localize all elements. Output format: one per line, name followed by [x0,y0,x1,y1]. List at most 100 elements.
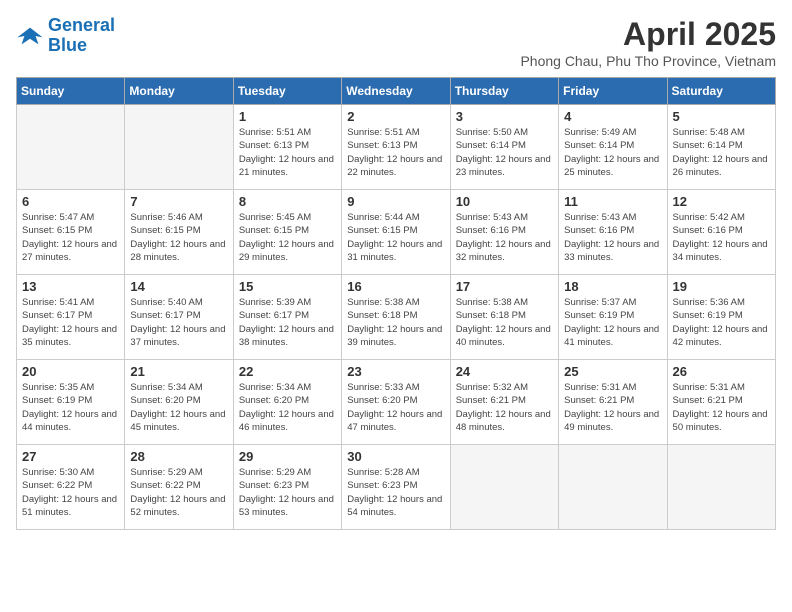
day-cell-29: 29 Sunrise: 5:29 AM Sunset: 6:23 PM Dayli… [233,445,341,530]
empty-cell [17,105,125,190]
day-info: Sunrise: 5:43 AM Sunset: 6:16 PM Dayligh… [456,211,553,264]
day-cell-23: 23 Sunrise: 5:33 AM Sunset: 6:20 PM Dayli… [342,360,450,445]
title-area: April 2025 Phong Chau, Phu Tho Province,… [520,16,776,69]
day-number: 22 [239,364,336,379]
day-number: 15 [239,279,336,294]
day-info: Sunrise: 5:48 AM Sunset: 6:14 PM Dayligh… [673,126,770,179]
day-cell-28: 28 Sunrise: 5:29 AM Sunset: 6:22 PM Dayli… [125,445,233,530]
day-number: 12 [673,194,770,209]
day-info: Sunrise: 5:50 AM Sunset: 6:14 PM Dayligh… [456,126,553,179]
day-number: 30 [347,449,444,464]
logo: General Blue [16,16,115,56]
day-number: 20 [22,364,119,379]
day-cell-26: 26 Sunrise: 5:31 AM Sunset: 6:21 PM Dayli… [667,360,775,445]
day-cell-8: 8 Sunrise: 5:45 AM Sunset: 6:15 PM Daylig… [233,190,341,275]
day-info: Sunrise: 5:38 AM Sunset: 6:18 PM Dayligh… [456,296,553,349]
day-cell-16: 16 Sunrise: 5:38 AM Sunset: 6:18 PM Dayli… [342,275,450,360]
day-header-sunday: Sunday [17,78,125,105]
day-cell-2: 2 Sunrise: 5:51 AM Sunset: 6:13 PM Daylig… [342,105,450,190]
day-info: Sunrise: 5:51 AM Sunset: 6:13 PM Dayligh… [347,126,444,179]
day-header-friday: Friday [559,78,667,105]
day-info: Sunrise: 5:37 AM Sunset: 6:19 PM Dayligh… [564,296,661,349]
day-number: 21 [130,364,227,379]
day-number: 9 [347,194,444,209]
day-info: Sunrise: 5:40 AM Sunset: 6:17 PM Dayligh… [130,296,227,349]
day-info: Sunrise: 5:51 AM Sunset: 6:13 PM Dayligh… [239,126,336,179]
day-info: Sunrise: 5:34 AM Sunset: 6:20 PM Dayligh… [130,381,227,434]
day-cell-3: 3Sunrise: 5:50 AM Sunset: 6:14 PM Daylig… [450,105,558,190]
day-number: 13 [22,279,119,294]
day-header-monday: Monday [125,78,233,105]
day-cell-17: 17 Sunrise: 5:38 AM Sunset: 6:18 PM Dayli… [450,275,558,360]
day-cell-13: 13 Sunrise: 5:41 AM Sunset: 6:17 PM Dayli… [17,275,125,360]
day-cell-19: 19 Sunrise: 5:36 AM Sunset: 6:19 PM Dayli… [667,275,775,360]
day-number: 10 [456,194,553,209]
day-number: 11 [564,194,661,209]
week-row-2: 6 Sunrise: 5:47 AM Sunset: 6:15 PM Daylig… [17,190,776,275]
day-cell-7: 7Sunrise: 5:46 AM Sunset: 6:15 PM Daylig… [125,190,233,275]
day-info: Sunrise: 5:41 AM Sunset: 6:17 PM Dayligh… [22,296,119,349]
day-number: 27 [22,449,119,464]
empty-cell [125,105,233,190]
day-number: 29 [239,449,336,464]
day-cell-21: 21 Sunrise: 5:34 AM Sunset: 6:20 PM Dayli… [125,360,233,445]
day-number: 16 [347,279,444,294]
day-info: Sunrise: 5:42 AM Sunset: 6:16 PM Dayligh… [673,211,770,264]
day-cell-6: 6 Sunrise: 5:47 AM Sunset: 6:15 PM Daylig… [17,190,125,275]
day-number: 2 [347,109,444,124]
day-cell-24: 24Sunrise: 5:32 AM Sunset: 6:21 PM Dayli… [450,360,558,445]
day-info: Sunrise: 5:31 AM Sunset: 6:21 PM Dayligh… [564,381,661,434]
day-header-wednesday: Wednesday [342,78,450,105]
day-cell-5: 5Sunrise: 5:48 AM Sunset: 6:14 PM Daylig… [667,105,775,190]
day-info: Sunrise: 5:28 AM Sunset: 6:23 PM Dayligh… [347,466,444,519]
day-number: 24 [456,364,553,379]
day-number: 6 [22,194,119,209]
empty-cell [559,445,667,530]
day-cell-14: 14Sunrise: 5:40 AM Sunset: 6:17 PM Dayli… [125,275,233,360]
day-info: Sunrise: 5:31 AM Sunset: 6:21 PM Dayligh… [673,381,770,434]
day-header-tuesday: Tuesday [233,78,341,105]
day-info: Sunrise: 5:38 AM Sunset: 6:18 PM Dayligh… [347,296,444,349]
day-number: 1 [239,109,336,124]
day-info: Sunrise: 5:35 AM Sunset: 6:19 PM Dayligh… [22,381,119,434]
day-number: 17 [456,279,553,294]
day-info: Sunrise: 5:34 AM Sunset: 6:20 PM Dayligh… [239,381,336,434]
page-header: General Blue April 2025 Phong Chau, Phu … [16,16,776,69]
calendar-title: April 2025 [520,16,776,53]
calendar-table: SundayMondayTuesdayWednesdayThursdayFrid… [16,77,776,530]
week-row-3: 13 Sunrise: 5:41 AM Sunset: 6:17 PM Dayli… [17,275,776,360]
day-header-saturday: Saturday [667,78,775,105]
logo-text: General Blue [48,16,115,56]
week-row-4: 20 Sunrise: 5:35 AM Sunset: 6:19 PM Dayli… [17,360,776,445]
day-info: Sunrise: 5:45 AM Sunset: 6:15 PM Dayligh… [239,211,336,264]
day-cell-10: 10 Sunrise: 5:43 AM Sunset: 6:16 PM Dayli… [450,190,558,275]
day-number: 23 [347,364,444,379]
day-cell-20: 20 Sunrise: 5:35 AM Sunset: 6:19 PM Dayli… [17,360,125,445]
day-cell-18: 18Sunrise: 5:37 AM Sunset: 6:19 PM Dayli… [559,275,667,360]
day-number: 8 [239,194,336,209]
day-cell-9: 9 Sunrise: 5:44 AM Sunset: 6:15 PM Daylig… [342,190,450,275]
day-info: Sunrise: 5:43 AM Sunset: 6:16 PM Dayligh… [564,211,661,264]
day-number: 26 [673,364,770,379]
day-info: Sunrise: 5:33 AM Sunset: 6:20 PM Dayligh… [347,381,444,434]
day-header-thursday: Thursday [450,78,558,105]
day-info: Sunrise: 5:44 AM Sunset: 6:15 PM Dayligh… [347,211,444,264]
day-cell-4: 4Sunrise: 5:49 AM Sunset: 6:14 PM Daylig… [559,105,667,190]
day-info: Sunrise: 5:30 AM Sunset: 6:22 PM Dayligh… [22,466,119,519]
day-cell-15: 15 Sunrise: 5:39 AM Sunset: 6:17 PM Dayli… [233,275,341,360]
day-number: 28 [130,449,227,464]
week-row-5: 27 Sunrise: 5:30 AM Sunset: 6:22 PM Dayli… [17,445,776,530]
day-info: Sunrise: 5:49 AM Sunset: 6:14 PM Dayligh… [564,126,661,179]
day-cell-30: 30 Sunrise: 5:28 AM Sunset: 6:23 PM Dayli… [342,445,450,530]
day-cell-1: 1 Sunrise: 5:51 AM Sunset: 6:13 PM Daylig… [233,105,341,190]
day-cell-25: 25Sunrise: 5:31 AM Sunset: 6:21 PM Dayli… [559,360,667,445]
day-number: 19 [673,279,770,294]
day-cell-12: 12 Sunrise: 5:42 AM Sunset: 6:16 PM Dayli… [667,190,775,275]
day-cell-22: 22 Sunrise: 5:34 AM Sunset: 6:20 PM Dayli… [233,360,341,445]
day-info: Sunrise: 5:29 AM Sunset: 6:22 PM Dayligh… [130,466,227,519]
day-info: Sunrise: 5:46 AM Sunset: 6:15 PM Dayligh… [130,211,227,264]
day-info: Sunrise: 5:39 AM Sunset: 6:17 PM Dayligh… [239,296,336,349]
day-info: Sunrise: 5:47 AM Sunset: 6:15 PM Dayligh… [22,211,119,264]
day-info: Sunrise: 5:29 AM Sunset: 6:23 PM Dayligh… [239,466,336,519]
day-info: Sunrise: 5:36 AM Sunset: 6:19 PM Dayligh… [673,296,770,349]
